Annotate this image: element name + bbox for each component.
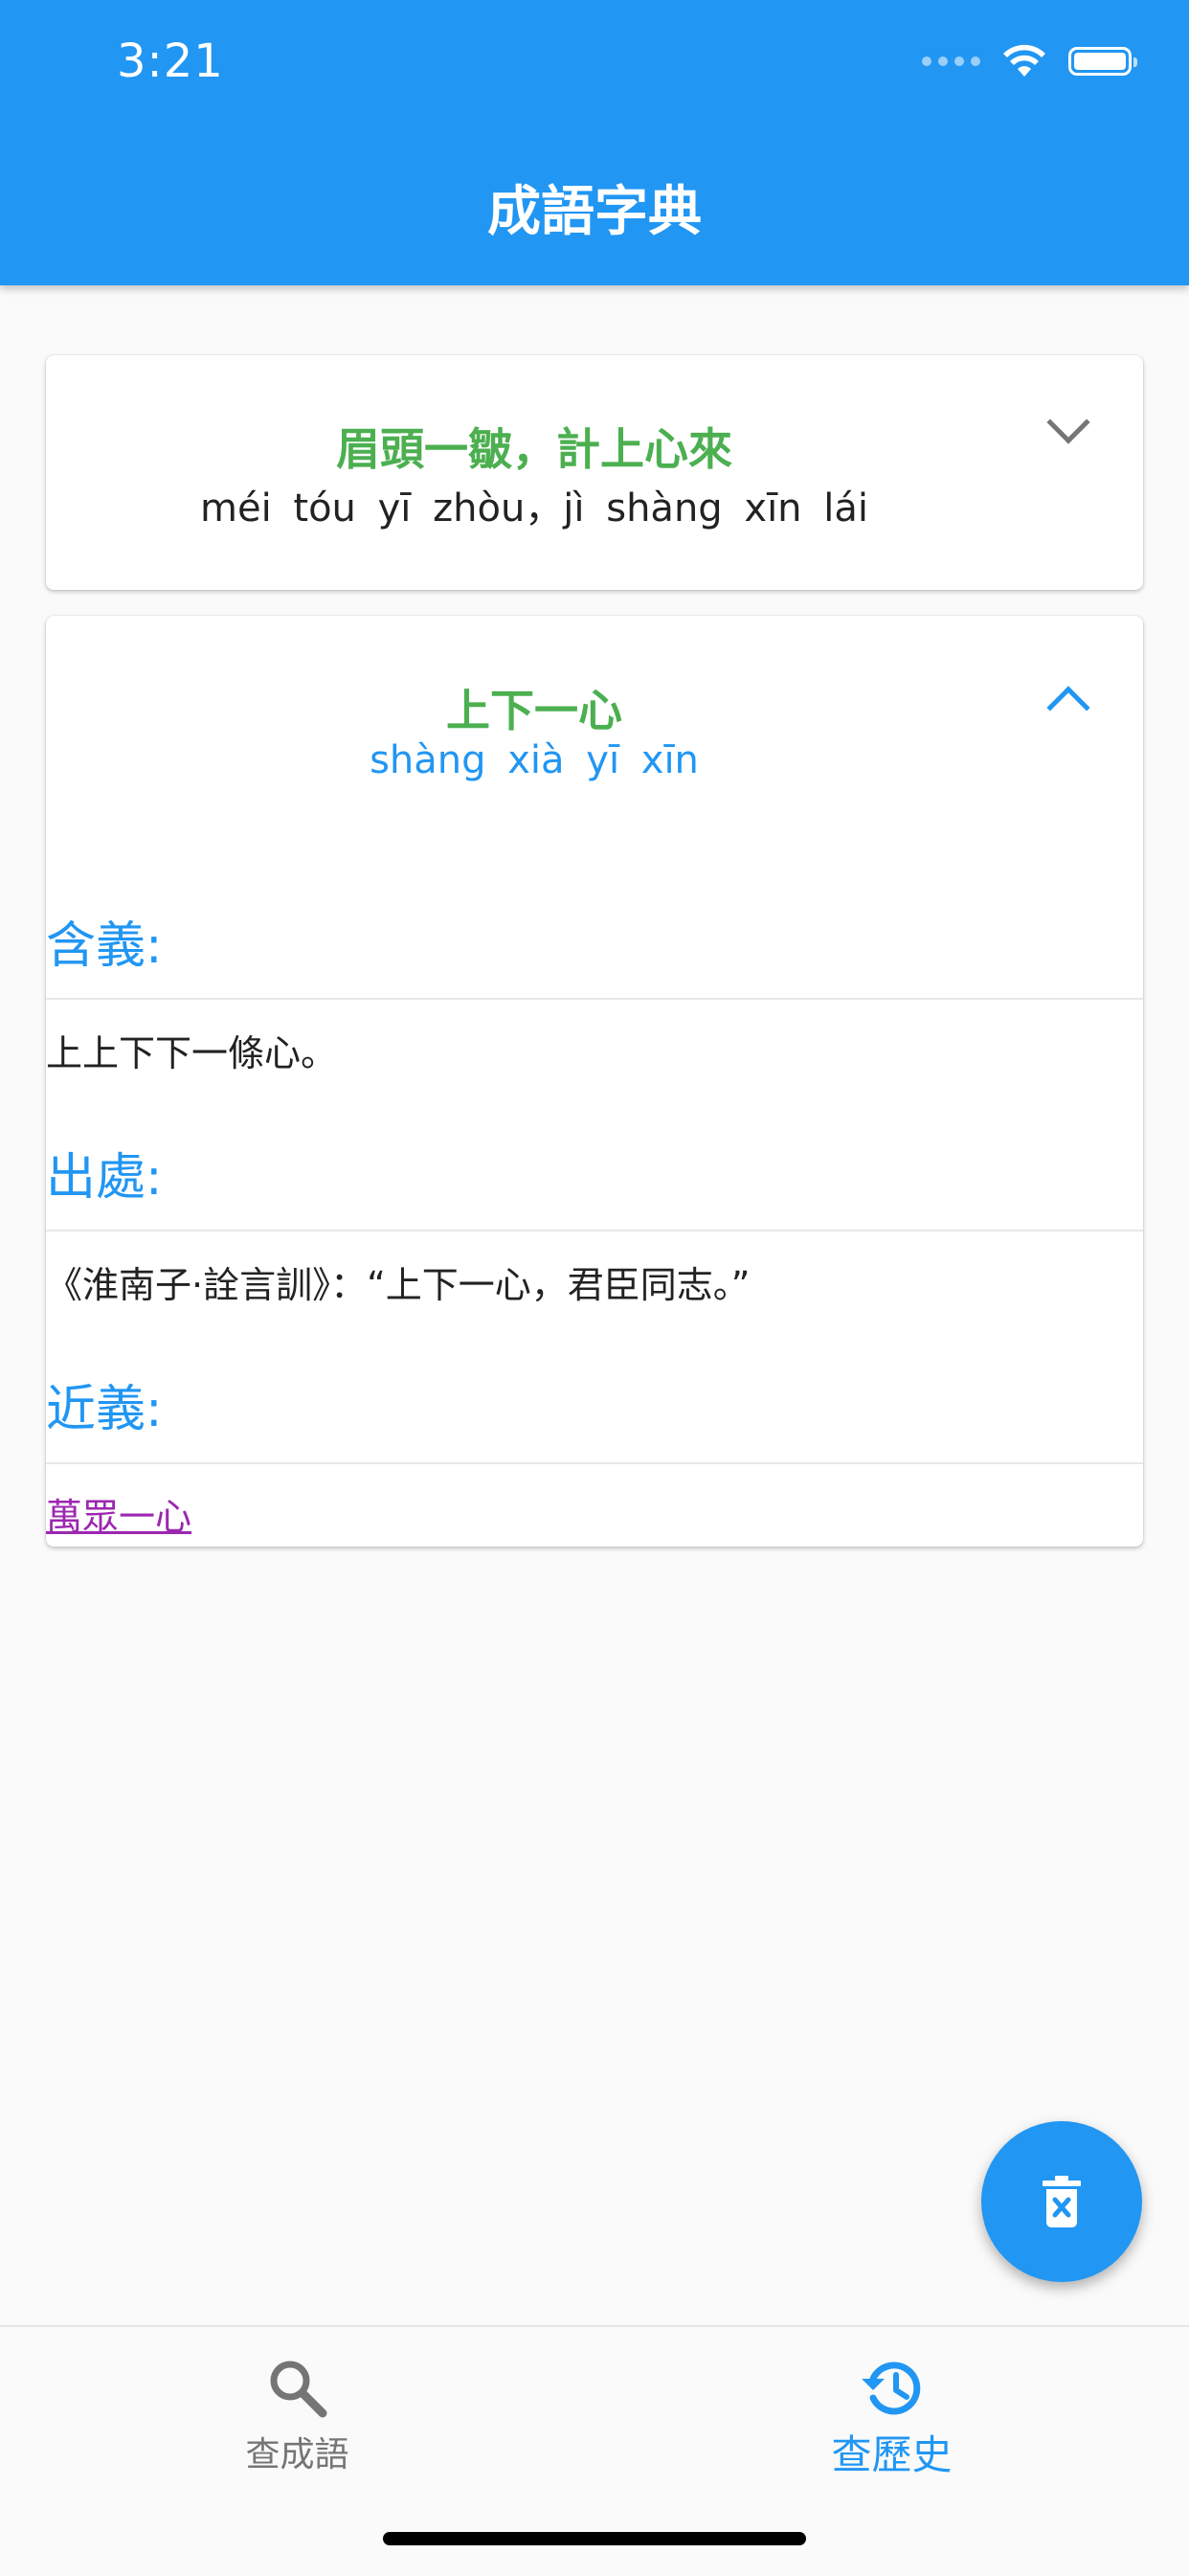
chevron-down-icon[interactable] [1046, 400, 1090, 444]
synonym-label: 近義: [46, 1381, 163, 1438]
app-bar: 3:21 成語字典 [0, 0, 1189, 285]
cellular-signal-icon [922, 56, 980, 66]
divider [46, 1230, 1143, 1232]
expansion-header[interactable]: 上下一心 shàng xià yī xīn [46, 616, 1143, 850]
source-text: 《淮南子·詮言訓》：“上下一心，君臣同志。” [46, 1264, 751, 1306]
meaning-text: 上上下下一條心。 [46, 1032, 338, 1074]
status-icons [922, 44, 1137, 79]
divider [46, 1462, 1143, 1464]
source-label: 出處: [46, 1149, 163, 1207]
search-icon [270, 2361, 326, 2418]
chevron-up-icon[interactable] [1046, 686, 1090, 730]
history-card-expanded: 上下一心 shàng xià yī xīn 含義: 上上下下一條心。 出處: 《… [46, 616, 1143, 1547]
page-title: 成語字典 [487, 181, 702, 243]
clear-history-button[interactable] [981, 2121, 1142, 2282]
idiom-title: 上下一心 [446, 685, 622, 736]
nav-tab-search[interactable]: 查成語 [0, 2327, 594, 2490]
idiom-pinyin: shàng xià yī xīn [370, 738, 699, 782]
expansion-header[interactable]: 眉頭一皺，計上心來 méi tóu yī zhòu，jì shàng xīn l… [46, 355, 1143, 590]
delete-icon [1043, 2176, 1081, 2227]
idiom-pinyin: méi tóu yī zhòu，jì shàng xīn lái [200, 486, 868, 531]
divider [46, 998, 1143, 1000]
meaning-label: 含義: [46, 917, 163, 975]
synonym-link[interactable]: 萬眾一心 [46, 1487, 191, 1540]
idiom-title: 眉頭一皺，計上心來 [336, 423, 732, 475]
history-card-collapsed: 眉頭一皺，計上心來 méi tóu yī zhòu，jì shàng xīn l… [46, 355, 1143, 590]
nav-tab-history[interactable]: 查歷史 [594, 2327, 1189, 2490]
history-icon [861, 2361, 920, 2415]
home-indicator [383, 2532, 806, 2545]
wifi-icon [1003, 44, 1045, 77]
status-time: 3:21 [117, 34, 224, 88]
battery-icon [1068, 47, 1137, 76]
nav-tab-label: 查成語 [245, 2435, 349, 2474]
nav-tab-label: 查歷史 [831, 2431, 953, 2478]
